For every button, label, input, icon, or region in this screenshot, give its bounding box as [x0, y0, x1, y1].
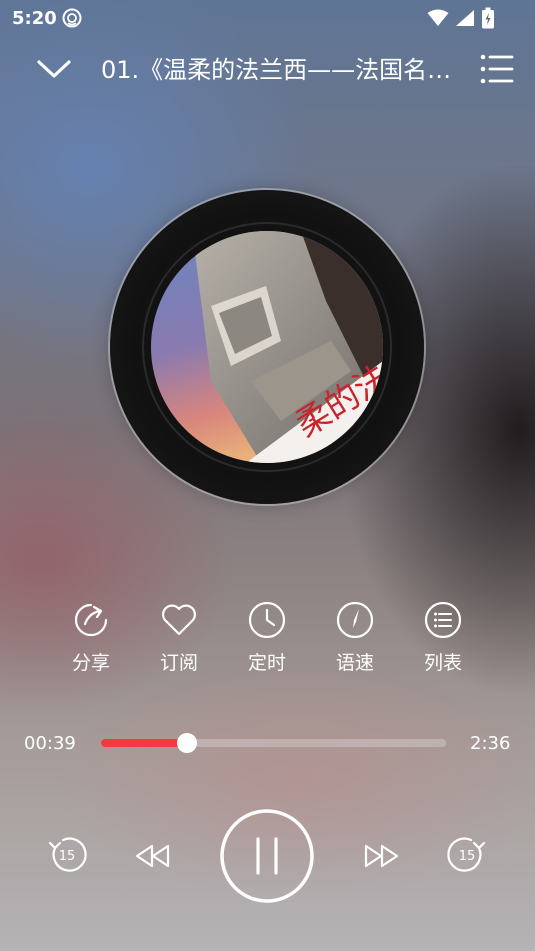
share-label: 分享 — [71, 652, 110, 674]
next-button[interactable] — [362, 840, 400, 872]
signal-icon — [456, 10, 474, 26]
list-button[interactable]: 列表 — [399, 600, 487, 675]
subscribe-button[interactable]: 订阅 — [135, 600, 223, 675]
previous-button[interactable] — [134, 840, 172, 872]
total-time: 2:36 — [470, 733, 511, 754]
player-header: 01.《温柔的法兰西——法国名… — [0, 44, 535, 96]
forward-15-button[interactable]: 15 — [446, 834, 488, 876]
current-time: 00:39 — [24, 733, 76, 754]
status-icons — [427, 7, 495, 29]
vinyl-disc: 柔的法 — [110, 190, 424, 504]
playlist-icon[interactable] — [478, 52, 516, 86]
speed-icon — [336, 601, 374, 639]
progress-slider[interactable] — [101, 733, 446, 753]
rewind-15-button[interactable]: 15 — [46, 834, 88, 876]
forward-seconds: 15 — [459, 849, 476, 864]
status-bar: 5:20 — [0, 0, 535, 36]
list-icon — [424, 601, 462, 639]
speed-label: 语速 — [335, 652, 374, 674]
speed-button[interactable]: 语速 — [311, 600, 399, 675]
timer-label: 定时 — [247, 652, 286, 674]
subscribe-label: 订阅 — [159, 652, 198, 674]
track-title: 01.《温柔的法兰西——法国名… — [101, 56, 452, 84]
progress-fill — [101, 739, 188, 747]
list-label: 列表 — [423, 652, 462, 674]
heart-icon — [162, 604, 196, 636]
progress-thumb[interactable] — [177, 733, 198, 753]
timer-button[interactable]: 定时 — [223, 600, 311, 675]
share-icon — [74, 603, 108, 637]
album-cover: 柔的法 — [151, 231, 383, 463]
battery-charging-icon — [482, 7, 494, 29]
share-button[interactable]: 分享 — [47, 600, 135, 675]
chevron-down-icon[interactable] — [32, 52, 76, 86]
clock-icon — [248, 601, 286, 639]
pause-button[interactable] — [219, 808, 315, 904]
rewind-seconds: 15 — [59, 849, 76, 864]
wifi-icon — [427, 9, 449, 26]
notification-icon — [62, 8, 82, 28]
status-time: 5:20 — [12, 8, 57, 29]
action-bar: 分享 订阅 定时 语速 列表 — [47, 600, 487, 675]
